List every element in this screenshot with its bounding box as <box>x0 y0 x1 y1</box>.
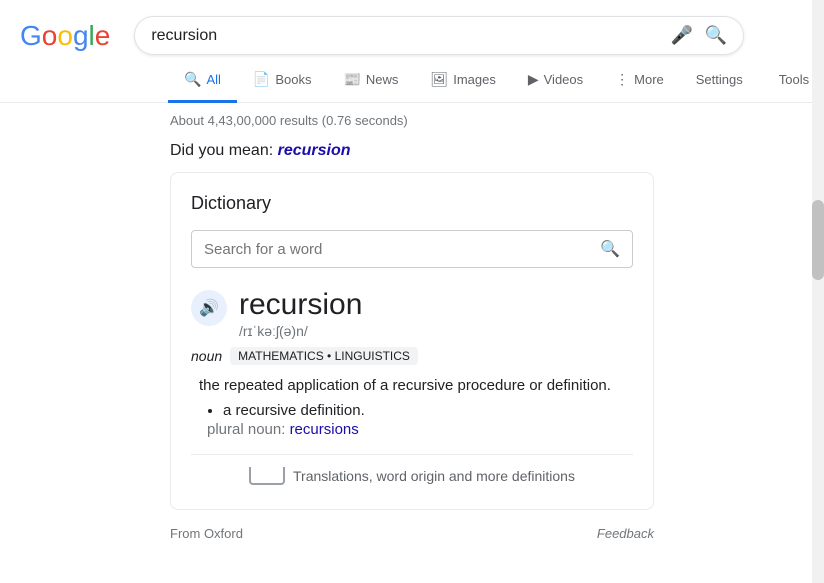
tab-more-label: More <box>634 72 664 87</box>
tab-news-label: News <box>366 72 399 87</box>
results-count: About 4,43,00,000 results (0.76 seconds) <box>0 103 824 138</box>
dictionary-card: Dictionary 🔍 🔊 recursion /rɪˈkəːʃ(ə)n/ n… <box>170 172 654 510</box>
dictionary-search-bar[interactable]: 🔍 <box>191 230 633 268</box>
word-entry: 🔊 recursion /rɪˈkəːʃ(ə)n/ <box>191 288 633 339</box>
tab-news[interactable]: 📰 News <box>327 59 414 103</box>
tab-books-label: Books <box>275 72 311 87</box>
dictionary-search-input[interactable] <box>204 241 600 258</box>
dictionary-more-label: Translations, word origin and more defin… <box>293 468 575 484</box>
nav-tabs: 🔍 All 📄 Books 📰 News 🖼 Images ▶ Videos ⋮… <box>0 59 824 103</box>
search-input[interactable] <box>151 27 660 45</box>
tab-all-label: All <box>206 72 220 87</box>
all-tab-icon: 🔍 <box>184 71 201 88</box>
news-tab-icon: 📰 <box>343 71 360 88</box>
feedback-link[interactable]: Feedback <box>597 526 654 541</box>
word-text: recursion <box>239 288 362 321</box>
tab-books[interactable]: 📄 Books <box>237 59 328 103</box>
images-tab-icon: 🖼 <box>430 71 448 88</box>
search-bar-wrapper: 🎤 🔍 <box>134 16 744 55</box>
tab-videos-label: Videos <box>544 72 584 87</box>
books-tab-icon: 📄 <box>253 71 270 88</box>
word-details: recursion /rɪˈkəːʃ(ə)n/ <box>239 288 362 339</box>
dictionary-search-icon[interactable]: 🔍 <box>600 239 620 259</box>
plural-note: plural noun: recursions <box>207 421 633 438</box>
audio-button[interactable]: 🔊 <box>191 290 227 326</box>
tab-more[interactable]: ⋮ More <box>599 59 680 103</box>
videos-tab-icon: ▶ <box>528 71 539 88</box>
tab-all[interactable]: 🔍 All <box>168 59 237 103</box>
tab-videos[interactable]: ▶ Videos <box>512 59 599 103</box>
did-you-mean: Did you mean: recursion <box>0 138 824 172</box>
word-type: noun <box>191 348 222 364</box>
word-tags-row: noun MATHEMATICS • LINGUISTICS <box>191 347 633 365</box>
more-tab-icon: ⋮ <box>615 71 629 88</box>
search-bar[interactable]: 🎤 🔍 <box>134 16 744 55</box>
definition-main: the repeated application of a recursive … <box>191 377 633 394</box>
settings-link[interactable]: Settings <box>680 60 759 102</box>
scrollbar[interactable] <box>812 0 824 583</box>
plural-label: plural noun: <box>207 421 290 438</box>
audio-icon: 🔊 <box>199 298 219 318</box>
tools-label: Tools <box>779 72 809 87</box>
footer-bar: From Oxford Feedback <box>0 518 824 549</box>
tag-mathematics: MATHEMATICS • LINGUISTICS <box>230 347 418 365</box>
scrollbar-thumb[interactable] <box>812 200 824 280</box>
definition-sub-item: a recursive definition. <box>223 402 633 419</box>
mic-icon[interactable]: 🎤 <box>670 25 692 46</box>
google-logo[interactable]: Google <box>20 20 110 52</box>
source-label: From Oxford <box>170 526 243 541</box>
dictionary-more-button[interactable]: Translations, word origin and more defin… <box>191 455 633 489</box>
nav-settings-tools: Settings Tools <box>680 60 824 101</box>
definition-sub-list: a recursive definition. plural noun: rec… <box>207 402 633 438</box>
settings-label: Settings <box>696 72 743 87</box>
did-you-mean-prompt: Did you mean: <box>170 142 278 159</box>
header: Google 🎤 🔍 <box>0 0 824 55</box>
search-submit-icon[interactable]: 🔍 <box>705 25 727 46</box>
dictionary-title: Dictionary <box>191 193 633 214</box>
chevron-down-icon <box>249 467 285 485</box>
word-phonetic: /rɪˈkəːʃ(ə)n/ <box>239 323 362 339</box>
did-you-mean-suggestion[interactable]: recursion <box>278 142 351 159</box>
tab-images-label: Images <box>453 72 496 87</box>
search-icons: 🎤 🔍 <box>670 25 727 46</box>
plural-word-link[interactable]: recursions <box>290 421 359 438</box>
tab-images[interactable]: 🖼 Images <box>414 59 511 103</box>
